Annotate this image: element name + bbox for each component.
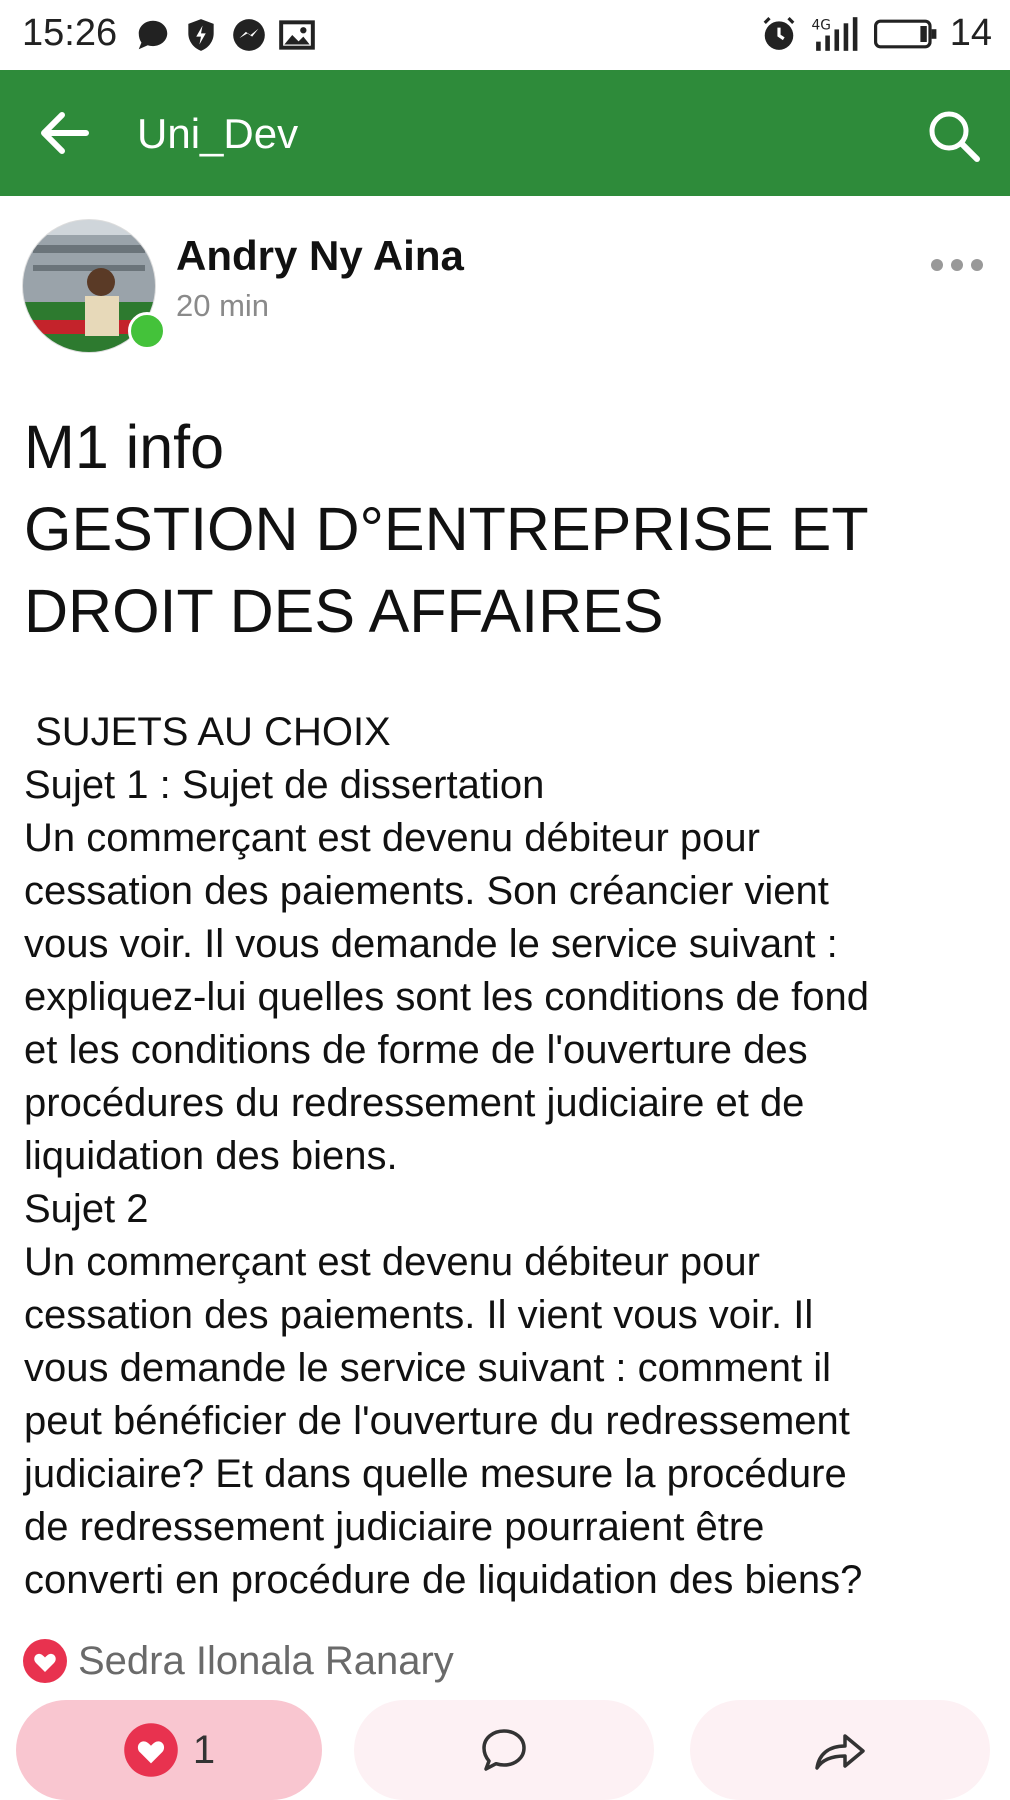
- body-line: et les conditions de forme de l'ouvertur…: [24, 1028, 808, 1072]
- like-count: 1: [192, 1727, 216, 1772]
- body-line: cessation des paiements. Il vient vous v…: [24, 1293, 814, 1337]
- image-icon: [279, 20, 315, 50]
- body-line: Un commerçant est devenu débiteur pour: [24, 816, 760, 860]
- body-line: cessation des paiements. Son créancier v…: [24, 869, 829, 913]
- author-name[interactable]: Andry Ny Aina: [176, 232, 464, 280]
- battery-percent: 14: [949, 12, 992, 54]
- title-line: M1 info: [24, 413, 225, 481]
- post-timestamp: 20 min: [176, 288, 270, 323]
- share-arrow-icon: [815, 1734, 865, 1770]
- body-line: Sujet 1 : Sujet de dissertation: [24, 763, 545, 807]
- body-line: vous demande le service suivant : commen…: [24, 1346, 832, 1390]
- body-line: SUJETS AU CHOIX: [24, 710, 391, 754]
- body-line: liquidation des biens.: [24, 1134, 398, 1178]
- title-line: GESTION D°ENTREPRISE ET: [24, 495, 869, 563]
- network-label: 4G: [811, 17, 830, 33]
- reactions-summary[interactable]: Sedra Ilonala Ranary: [22, 1636, 454, 1686]
- body-line: expliquez-lui quelles sont les condition…: [24, 975, 869, 1019]
- body-line: Sujet 2: [24, 1187, 149, 1231]
- heart-reaction-icon: [23, 1639, 67, 1683]
- app-title: Uni_Dev: [137, 110, 299, 157]
- body-line: peut bénéficier de l'ouverture du redres…: [24, 1399, 850, 1443]
- title-line: DROIT DES AFFAIRES: [24, 577, 664, 645]
- chat-bubble-icon: [138, 20, 168, 50]
- body-line: judiciaire? Et dans quelle mesure la pro…: [24, 1452, 847, 1496]
- status-time: 15:26: [22, 12, 118, 54]
- body-line: converti en procédure de liquidation des…: [24, 1558, 863, 1602]
- shield-icon: [188, 19, 214, 51]
- status-icons-left: [134, 16, 316, 54]
- heart-icon: [124, 1723, 178, 1777]
- reactor-name: Sedra Ilonala Ranary: [78, 1638, 454, 1683]
- signal-icon: 4G: [811, 16, 858, 51]
- like-button[interactable]: 1: [16, 1700, 322, 1800]
- search-icon[interactable]: [926, 108, 982, 164]
- back-arrow-icon[interactable]: [34, 106, 94, 160]
- alarm-icon: [763, 16, 795, 50]
- post-action-bar: 1: [0, 1700, 1010, 1800]
- post-body: SUJETS AU CHOIX Sujet 1 : Sujet de disse…: [24, 706, 994, 1607]
- app-bar: Uni_Dev: [0, 70, 1010, 196]
- status-icons-right: 4G 14: [760, 12, 992, 55]
- status-bar: 15:26 4G 14: [0, 0, 1010, 70]
- more-options-icon[interactable]: [930, 254, 984, 276]
- body-line: de redressement judiciaire pourraient êt…: [24, 1505, 765, 1549]
- body-line: vous voir. Il vous demande le service su…: [24, 922, 838, 966]
- share-button[interactable]: [690, 1700, 990, 1800]
- messenger-icon: [233, 19, 265, 51]
- comment-icon: [482, 1729, 526, 1771]
- body-line: procédures du redressement judiciaire et…: [24, 1081, 805, 1125]
- comment-button[interactable]: [354, 1700, 654, 1800]
- post-title: M1 info GESTION D°ENTREPRISE ET DROIT DE…: [24, 406, 984, 652]
- battery-icon: [873, 19, 937, 48]
- body-line: Un commerçant est devenu débiteur pour: [24, 1240, 760, 1284]
- online-status-dot: [128, 312, 166, 350]
